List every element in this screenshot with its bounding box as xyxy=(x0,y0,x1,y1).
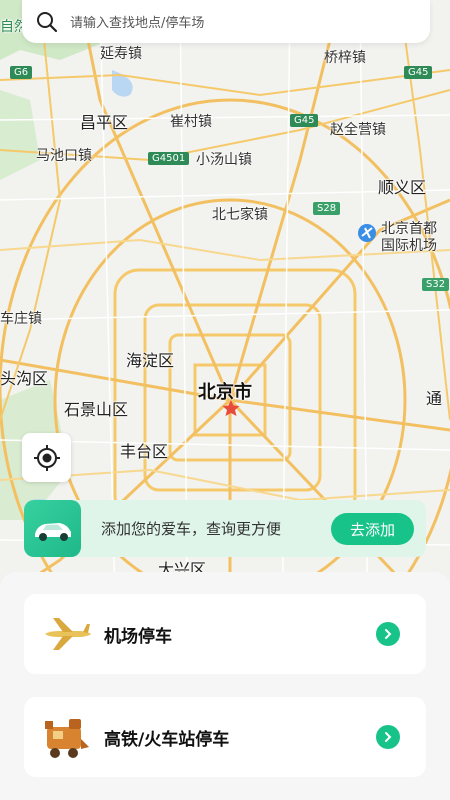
add-car-button[interactable]: 去添加 xyxy=(331,513,414,545)
road-shield-s32: S32 xyxy=(422,278,450,291)
airport-parking-card[interactable]: 机场停车 xyxy=(24,594,426,674)
road-shield-g45: G45 xyxy=(290,114,319,127)
map-label-zhaoquanying: 赵全营镇 xyxy=(330,122,386,138)
car-icon xyxy=(24,500,81,557)
airplane-icon xyxy=(38,606,94,662)
road-shield-g45-north: G45 xyxy=(404,66,433,79)
road-shield-g6: G6 xyxy=(10,66,33,79)
map-label-machikou: 马池口镇 xyxy=(36,148,92,164)
airport-parking-label: 机场停车 xyxy=(104,627,172,647)
train-station-parking-card[interactable]: 高铁/火车站停车 xyxy=(24,697,426,777)
locate-icon xyxy=(33,444,60,471)
banner-text: 添加您的爱车，查询更方便 xyxy=(101,520,282,538)
map-label-mentougou: 头沟区 xyxy=(0,369,49,388)
search-input[interactable]: 请输入查找地点/停车场 xyxy=(70,12,204,31)
search-icon xyxy=(37,11,58,32)
map-label-xiaotangshan: 小汤山镇 xyxy=(196,152,252,168)
map-label-yanshou: 延寿镇 xyxy=(100,46,142,62)
map-label-fengtai: 丰台区 xyxy=(120,442,169,461)
map-label-cuicun: 崔村镇 xyxy=(170,114,212,130)
map-label-shijingshan: 石景山区 xyxy=(64,400,129,419)
map-label-beiqijia: 北七家镇 xyxy=(212,207,268,223)
locate-button[interactable] xyxy=(22,433,71,482)
map-label-airport-line2: 国际机场 xyxy=(381,238,437,254)
bottom-sheet: 机场停车 高铁/火车站停车 xyxy=(0,572,450,800)
train-icon xyxy=(38,709,94,765)
chevron-right-icon[interactable] xyxy=(376,725,400,749)
map-label-chezhuang: 车庄镇 xyxy=(0,311,42,327)
chevron-right-icon[interactable] xyxy=(376,622,400,646)
map-label-qiaozi: 桥梓镇 xyxy=(324,50,366,66)
map-label-changping: 昌平区 xyxy=(80,113,129,132)
road-shield-s28: S28 xyxy=(313,202,341,215)
map-label-haidian: 海淀区 xyxy=(126,351,175,370)
search-bar[interactable]: 请输入查找地点/停车场 xyxy=(22,0,430,43)
map-label-shunyi: 顺义区 xyxy=(378,178,427,197)
road-shield-g4501: G4501 xyxy=(148,152,190,165)
train-station-parking-label: 高铁/火车站停车 xyxy=(104,730,230,750)
map-label-tong: 通 xyxy=(426,389,443,408)
add-car-banner: 添加您的爱车，查询更方便 去添加 xyxy=(24,500,426,557)
map-label-beijing: 北京市 xyxy=(198,382,252,403)
